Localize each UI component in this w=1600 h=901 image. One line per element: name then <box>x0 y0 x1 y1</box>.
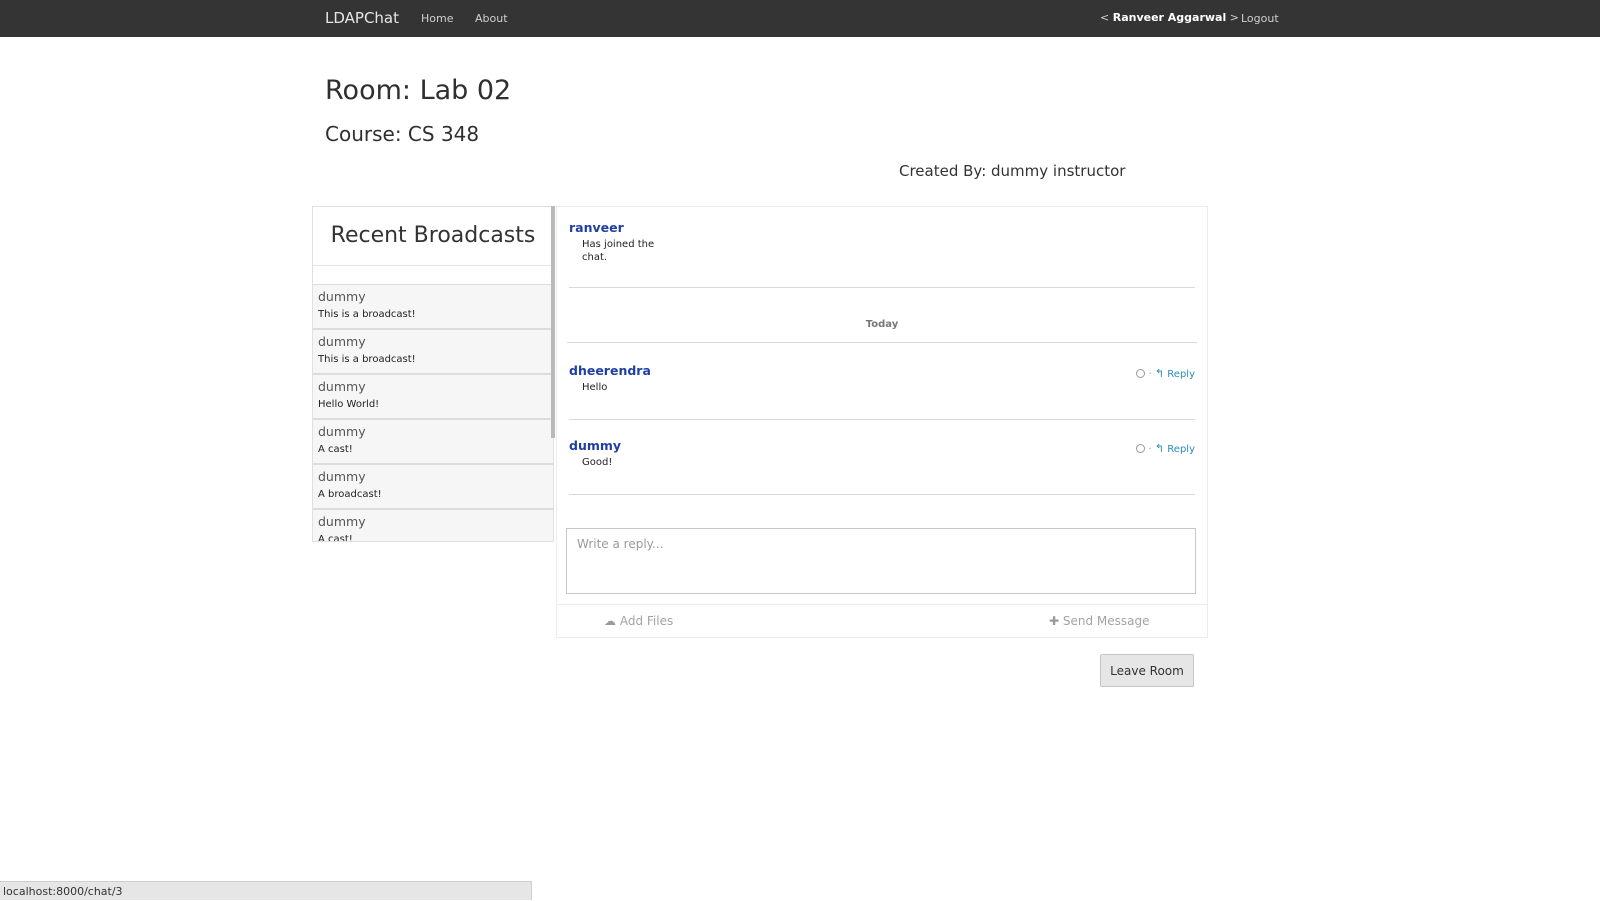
room-title: Room: Lab 02 <box>325 75 512 106</box>
clock-icon[interactable] <box>1136 369 1146 378</box>
broadcast-item: dummy A cast! <box>313 420 553 465</box>
broadcast-author: dummy <box>318 289 366 304</box>
reply-icon: ↰ <box>1154 442 1165 455</box>
leave-room-button[interactable]: Leave Room <box>1100 654 1194 687</box>
chat-panel: ranveer Has joined the chat. Today dheer… <box>556 206 1208 638</box>
action-separator: · <box>1148 444 1152 455</box>
reply-label: Reply <box>1167 444 1195 455</box>
plus-icon: ✚ <box>1049 614 1060 628</box>
broadcast-author: dummy <box>318 469 366 484</box>
broadcast-author: dummy <box>318 424 366 439</box>
brand-link[interactable]: LDAPChat <box>325 9 399 27</box>
cloud-upload-icon: ☁ <box>604 614 616 628</box>
user-prefix: < <box>1100 11 1110 24</box>
add-files-button[interactable]: ☁ Add Files <box>604 614 673 628</box>
message-author[interactable]: dummy <box>569 438 1195 453</box>
nav-about-link[interactable]: About <box>475 12 508 25</box>
message-body: Hello <box>582 382 608 393</box>
broadcasts-scrollbar[interactable] <box>551 206 555 438</box>
created-by-label: Created By: dummy instructor <box>899 162 1126 180</box>
message-actions: · ↰ Reply <box>1136 367 1195 380</box>
broadcast-item: dummy A broadcast! <box>313 465 553 510</box>
broadcast-author: dummy <box>318 379 366 394</box>
user-name: Ranveer Aggarwal <box>1112 11 1227 24</box>
reply-label: Reply <box>1167 369 1195 380</box>
add-files-label: Add Files <box>619 614 674 628</box>
course-title: Course: CS 348 <box>325 122 480 146</box>
broadcast-text: Hello World! <box>318 399 380 410</box>
broadcast-text: A cast! <box>318 444 353 455</box>
chat-message: dheerendra Hello · ↰ Reply <box>569 363 1195 420</box>
send-message-button[interactable]: ✚ Send Message <box>1049 614 1150 628</box>
broadcast-text: This is a broadcast! <box>318 354 416 365</box>
recent-broadcasts-panel: Recent Broadcasts dummy This is a broadc… <box>312 206 554 542</box>
send-message-label: Send Message <box>1062 614 1150 628</box>
broadcast-item: dummy A cast! <box>313 510 553 542</box>
message-author[interactable]: ranveer <box>569 220 1195 235</box>
chat-message: dummy Good! · ↰ Reply <box>569 438 1195 495</box>
broadcast-item: dummy This is a broadcast! <box>313 330 553 375</box>
reply-input[interactable] <box>566 528 1196 594</box>
clock-icon[interactable] <box>1136 444 1146 453</box>
user-suffix: > <box>1229 11 1239 24</box>
browser-status-bar: localhost:8000/chat/3 <box>0 881 532 900</box>
reply-link[interactable]: ↰ Reply <box>1154 442 1195 455</box>
broadcast-text: A broadcast! <box>318 489 382 500</box>
chat-footer: ☁ Add Files ✚ Send Message <box>557 604 1207 638</box>
broadcast-item: dummy Hello World! <box>313 375 553 420</box>
reply-link[interactable]: ↰ Reply <box>1154 367 1195 380</box>
broadcasts-heading: Recent Broadcasts <box>313 207 553 266</box>
broadcast-text: This is a broadcast! <box>318 309 416 320</box>
message-actions: · ↰ Reply <box>1136 442 1195 455</box>
current-user-label[interactable]: < Ranveer Aggarwal > <box>1100 11 1239 24</box>
action-separator: · <box>1148 369 1152 380</box>
message-author[interactable]: dheerendra <box>569 363 1195 378</box>
broadcast-text: A cast! <box>318 534 353 542</box>
reply-icon: ↰ <box>1154 367 1165 380</box>
broadcast-author: dummy <box>318 334 366 349</box>
top-navbar: LDAPChat Home About < Ranveer Aggarwal >… <box>0 0 1600 37</box>
nav-home-link[interactable]: Home <box>421 12 453 25</box>
logout-link[interactable]: Logout <box>1241 12 1279 25</box>
broadcast-author: dummy <box>318 514 366 529</box>
message-body: Good! <box>582 457 613 468</box>
broadcasts-list[interactable]: dummy This is a broadcast! dummy This is… <box>313 284 553 542</box>
day-divider: Today <box>567 307 1197 343</box>
chat-message: ranveer Has joined the chat. <box>569 220 1195 288</box>
message-body: Has joined the chat. <box>582 239 655 263</box>
broadcast-item: dummy This is a broadcast! <box>313 285 553 330</box>
